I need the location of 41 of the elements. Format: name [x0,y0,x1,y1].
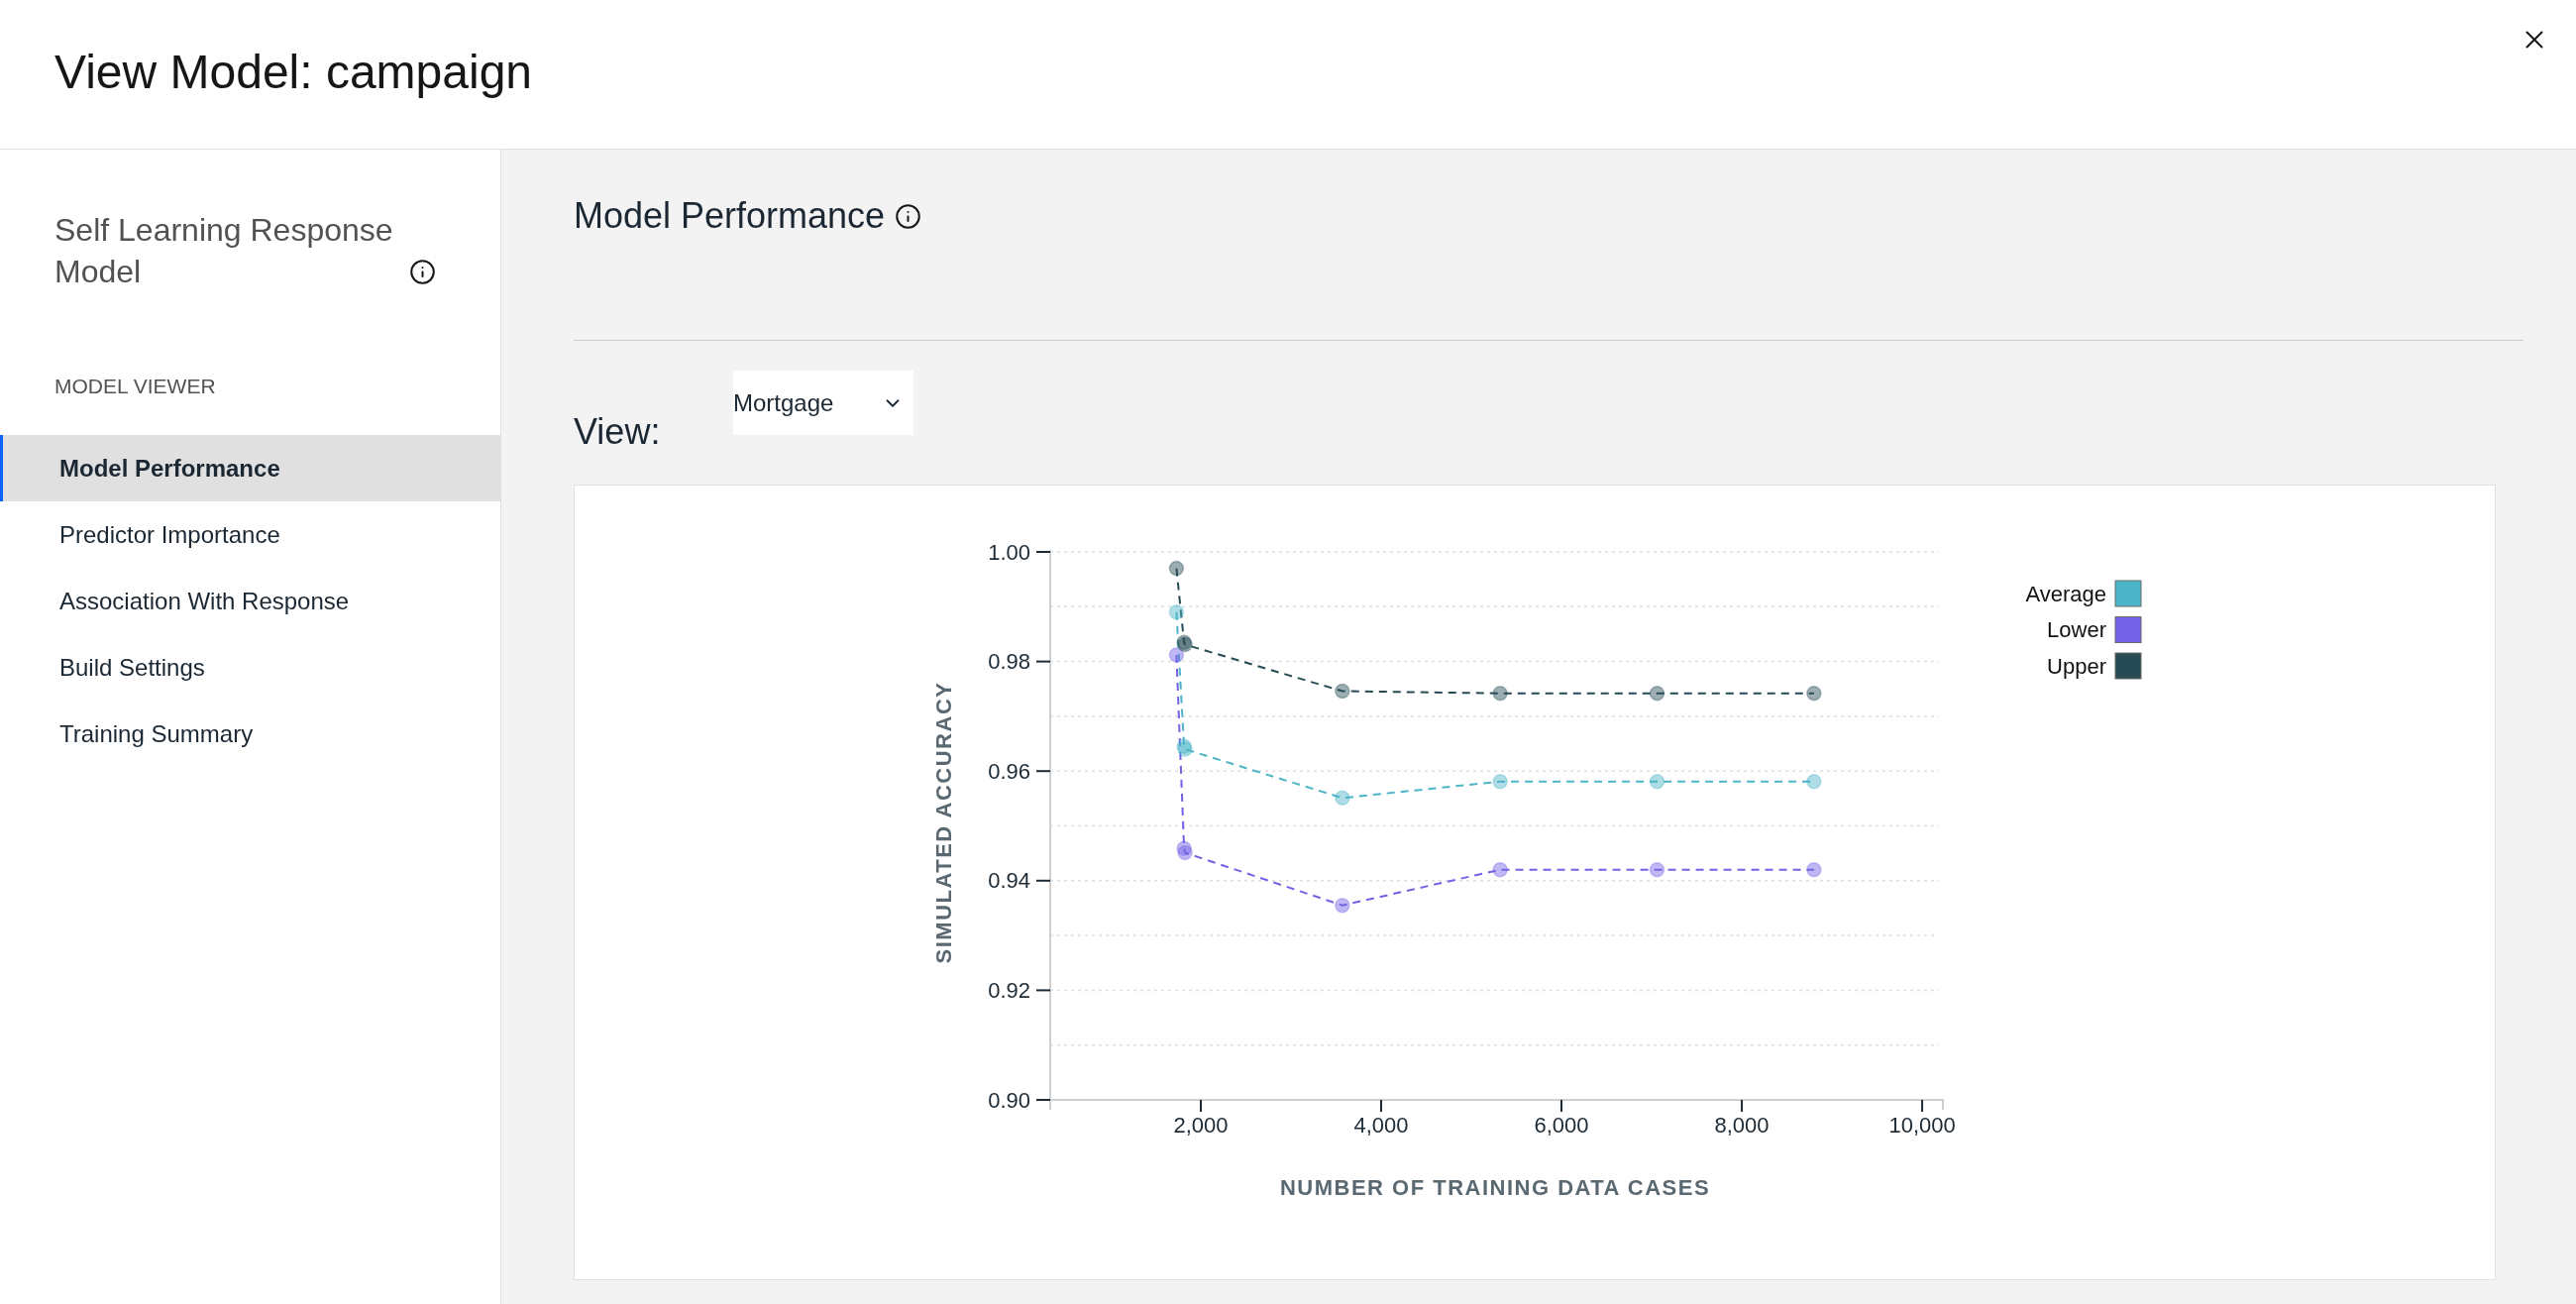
section-heading: Model Performance [574,196,886,236]
info-icon [409,259,436,285]
data-point [1177,844,1193,861]
data-point [1492,773,1508,790]
data-point [1649,773,1665,790]
data-point [1168,604,1185,620]
data-point [1168,647,1185,663]
info-icon [895,202,922,230]
x-tick-label: 8,000 [1714,1112,1770,1138]
y-tick-label: 0.92 [988,977,1030,1003]
dialog-title: View Model: campaign [54,45,533,100]
data-point [1335,790,1350,807]
panel-title: Self Learning Response Model [54,211,394,291]
y-tick-label: 0.96 [988,758,1030,784]
x-tick-label: 2,000 [1173,1112,1229,1138]
data-point [1492,685,1508,702]
section-label: MODEL VIEWER [54,374,216,399]
data-point [1492,862,1508,878]
data-point [1806,685,1822,702]
y-tick-label: 1.00 [988,539,1030,565]
view-select[interactable]: Mortgage [733,371,913,435]
data-point [1649,685,1665,702]
x-tick-label: 10,000 [1888,1112,1956,1138]
data-point [1649,862,1665,878]
legend-label: Upper [2047,653,2106,679]
nav-item[interactable]: Model Performance [0,435,500,501]
legend-label: Lower [2047,617,2106,642]
data-point [1168,560,1185,577]
view-label: View: [574,412,662,452]
y-tick-label: 0.90 [988,1087,1030,1113]
data-point [1806,773,1822,790]
x-axis-title: NUMBER OF TRAINING DATA CASES [1279,1174,1711,1200]
y-axis-title: SIMULATED ACCURACY [930,681,956,964]
legend-label: Average [2025,581,2106,606]
x-tick-label: 6,000 [1534,1112,1589,1138]
x-tick-label: 4,000 [1353,1112,1409,1138]
y-tick-label: 0.94 [988,868,1030,894]
data-point [1335,683,1350,700]
data-point [1806,862,1822,878]
y-tick-label: 0.98 [988,649,1030,675]
data-point [1335,897,1350,914]
